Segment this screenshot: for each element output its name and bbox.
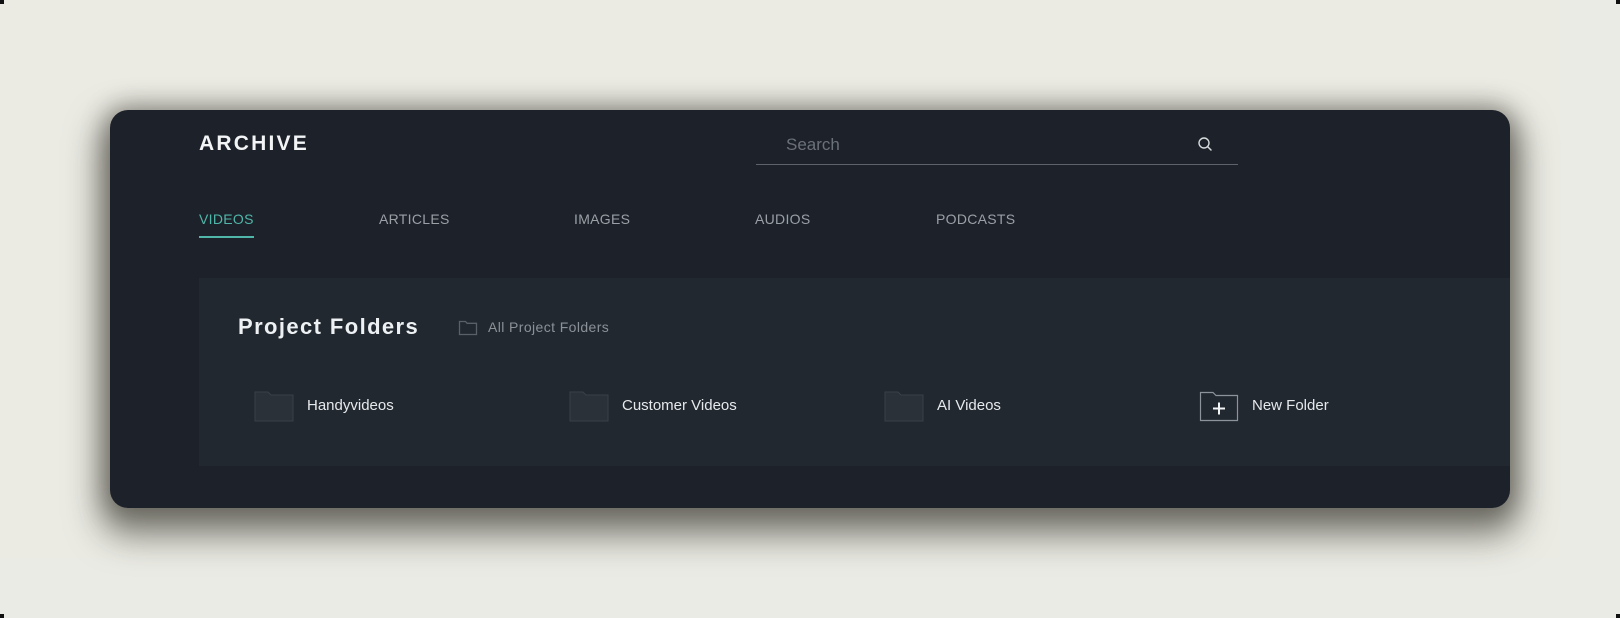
project-folders-panel: Project Folders All Project Folders Hand… (199, 278, 1510, 466)
folder-item-ai-videos[interactable]: AI Videos (884, 388, 1001, 422)
tab-images[interactable]: IMAGES (574, 211, 630, 236)
folder-item-customer-videos[interactable]: Customer Videos (569, 388, 737, 422)
folder-outline-icon (458, 320, 478, 336)
search-input[interactable] (784, 133, 1188, 157)
folder-item-handyvideos[interactable]: Handyvideos (254, 388, 394, 422)
section-title: Project Folders (238, 314, 420, 339)
brand-title: ARCHIVE (199, 132, 309, 155)
search-bar (756, 124, 1238, 165)
all-project-folders-link[interactable]: All Project Folders (458, 318, 609, 336)
tab-podcasts[interactable]: PODCASTS (936, 211, 1015, 236)
folder-name: AI Videos (937, 396, 1001, 414)
search-icon[interactable] (1197, 136, 1213, 152)
corner-mark (1616, 614, 1620, 618)
new-folder-label: New Folder (1252, 396, 1329, 414)
tab-videos[interactable]: VIDEOS (199, 211, 254, 238)
new-folder-button[interactable]: New Folder (1199, 388, 1329, 422)
folder-name: Customer Videos (622, 396, 737, 414)
corner-mark (1616, 0, 1620, 4)
archive-card: ARCHIVE VIDEOS ARTICLES IMAGES AUDIOS PO… (110, 110, 1510, 508)
folder-icon (254, 391, 294, 422)
folder-icon (569, 391, 609, 422)
corner-mark (0, 0, 4, 4)
new-folder-plus-icon (1199, 391, 1239, 422)
corner-mark (0, 614, 4, 618)
all-project-folders-label: All Project Folders (488, 319, 610, 335)
tab-audios[interactable]: AUDIOS (755, 211, 810, 236)
folder-name: Handyvideos (307, 396, 394, 414)
folder-icon (884, 391, 924, 422)
tab-articles[interactable]: ARTICLES (379, 211, 450, 236)
